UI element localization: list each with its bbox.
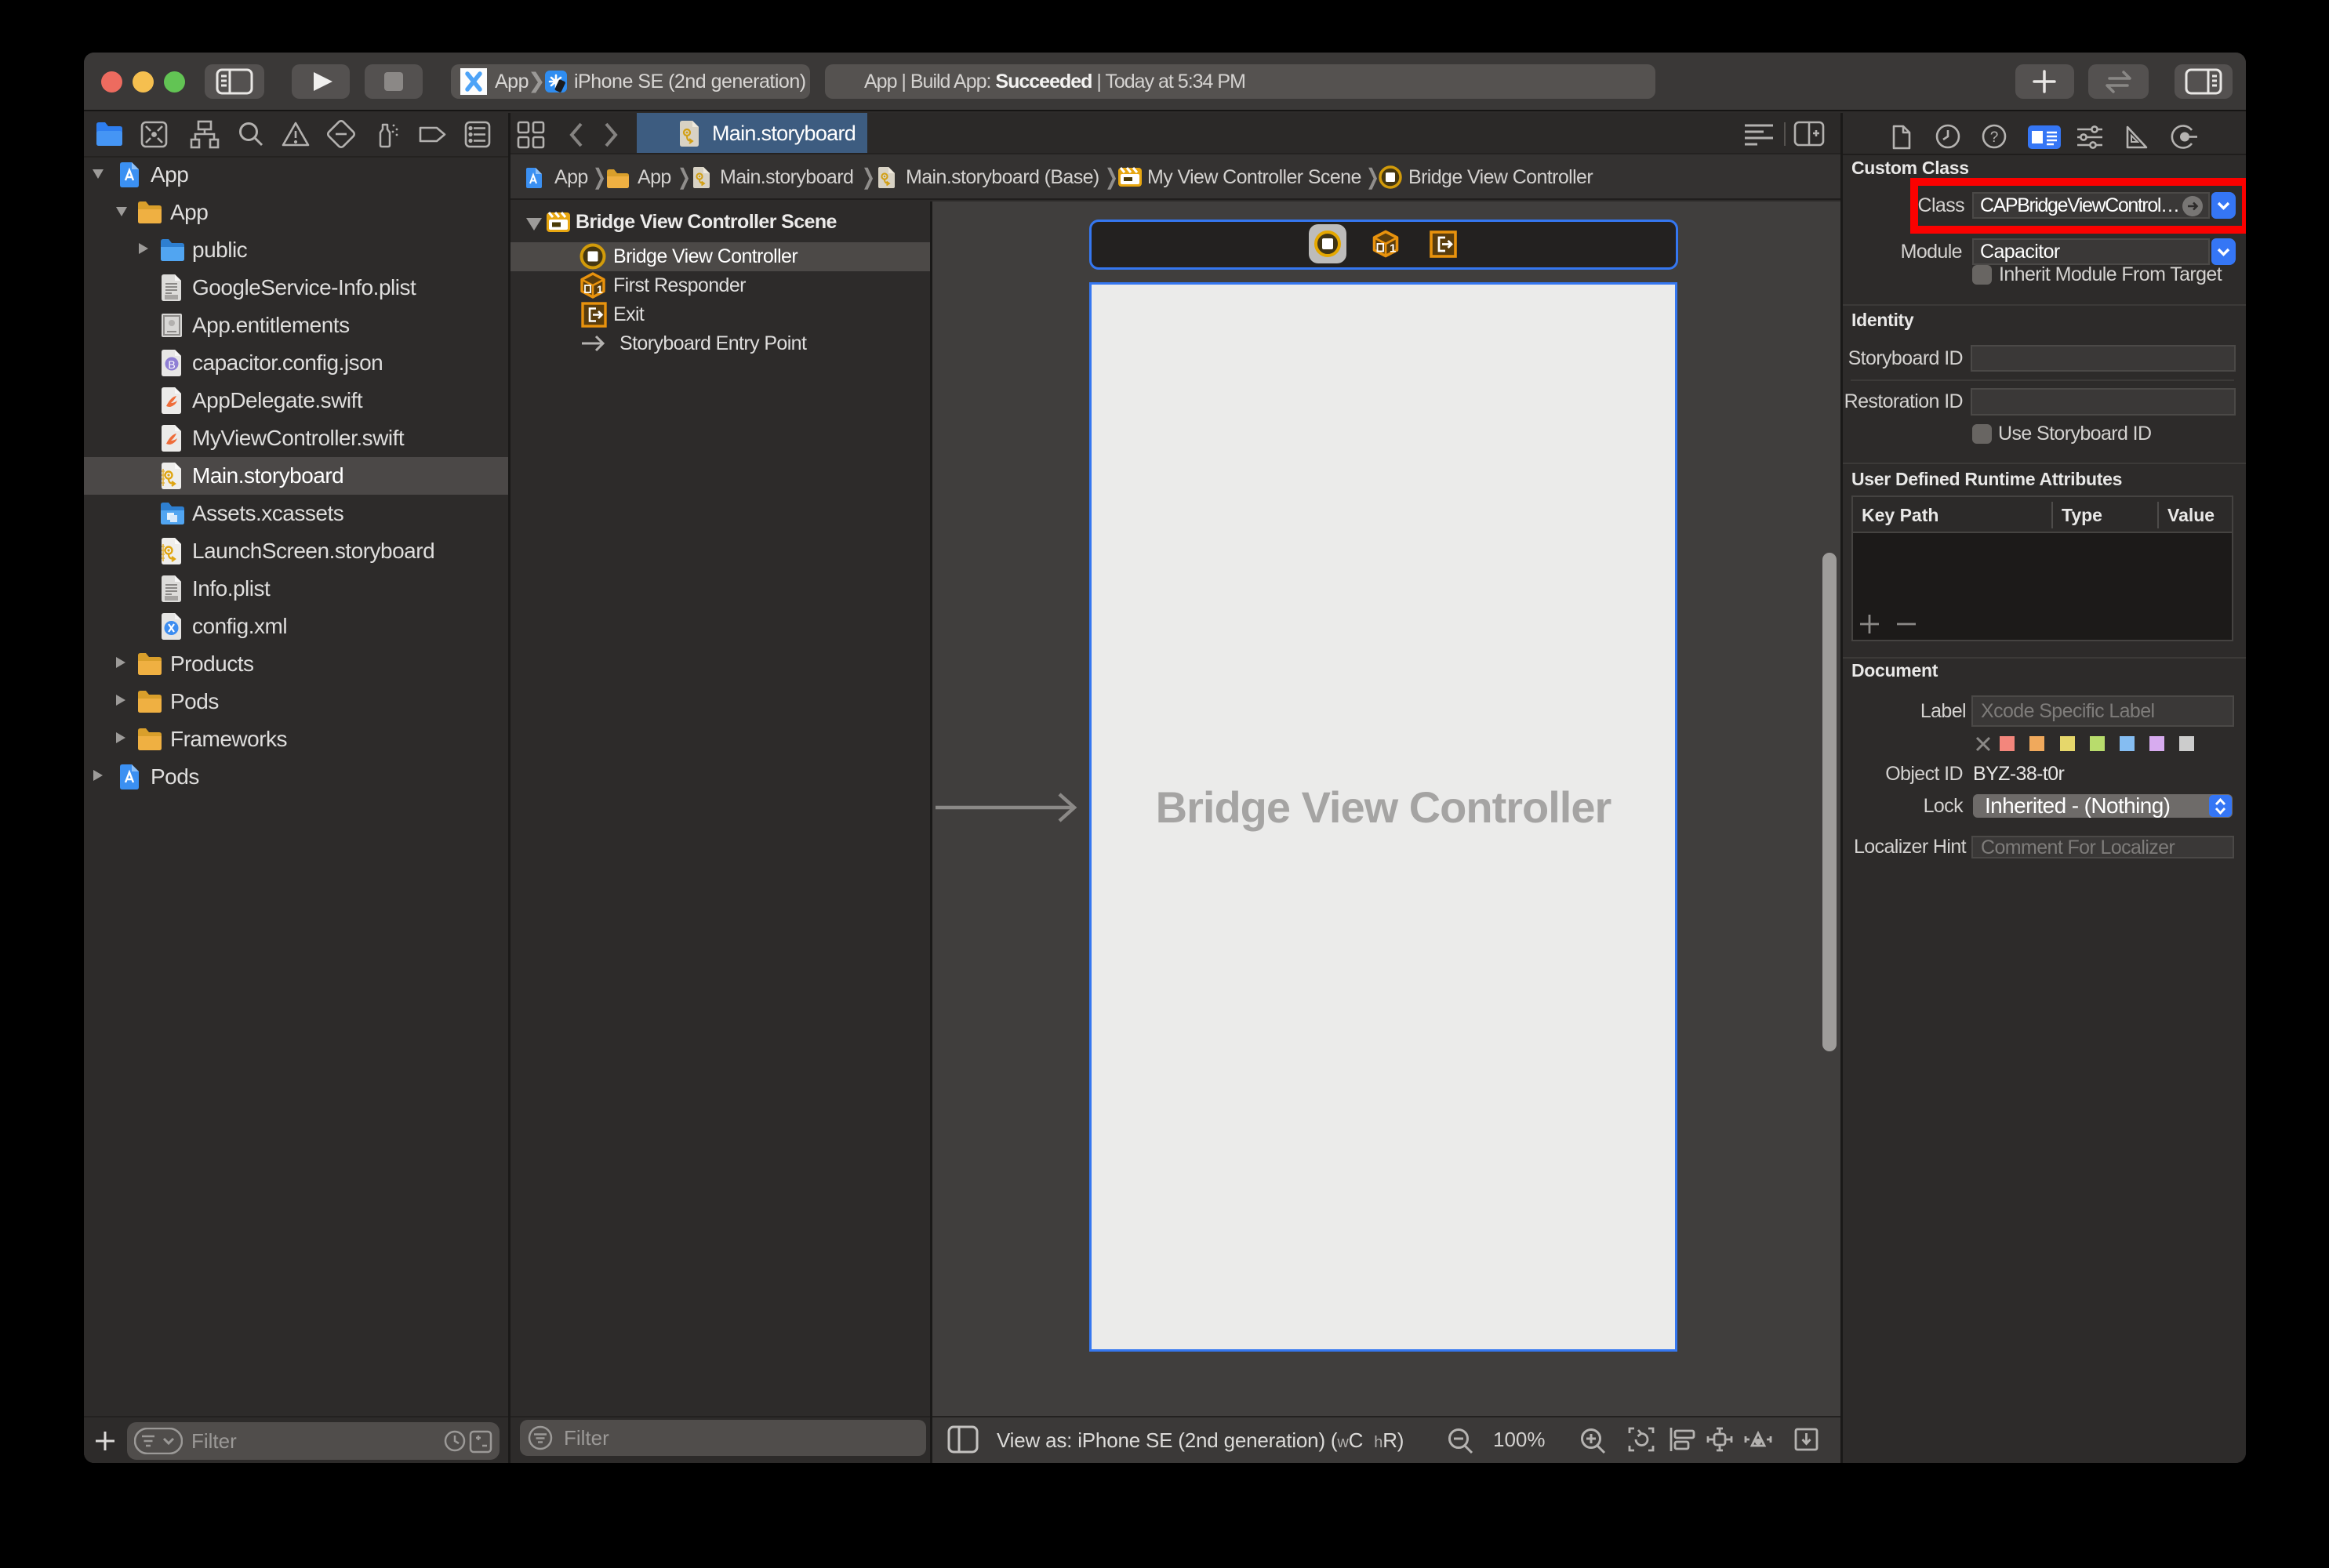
svg-text:1: 1 [597, 283, 603, 296]
svg-text:B: B [168, 358, 175, 371]
svg-text:?: ? [1990, 129, 1999, 146]
svg-text:1: 1 [1390, 242, 1396, 256]
